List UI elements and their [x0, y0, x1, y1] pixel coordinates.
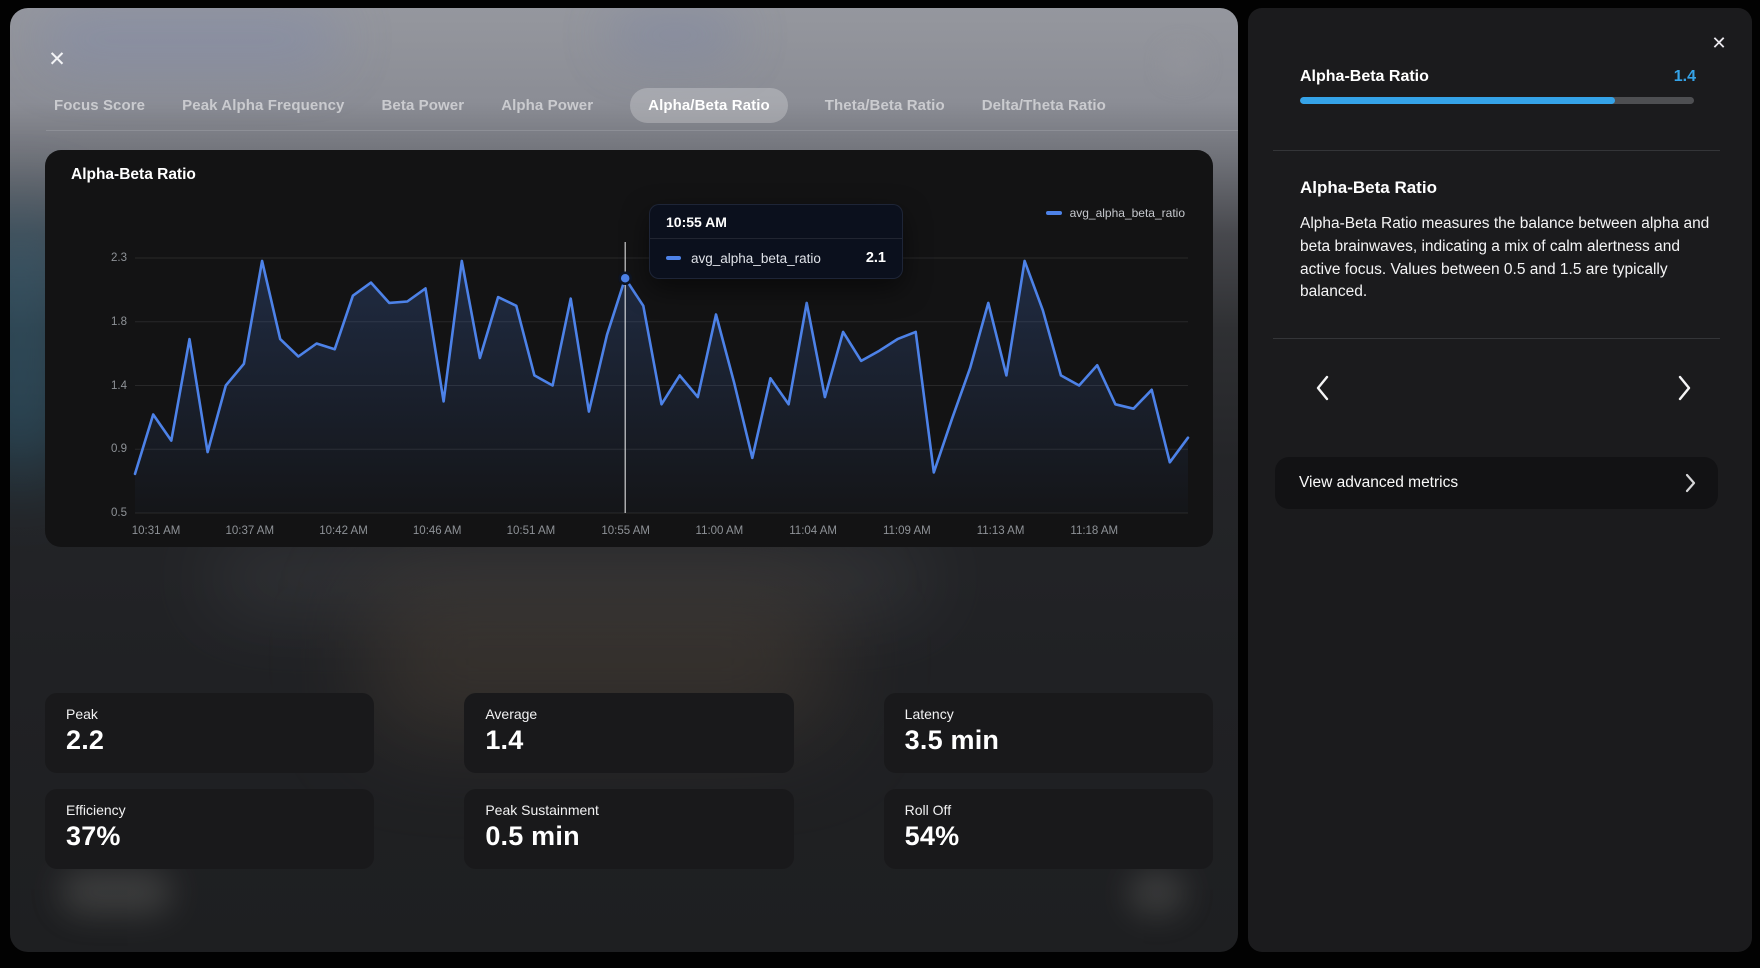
divider [1273, 338, 1720, 339]
y-axis-tick: 1.8 [111, 316, 127, 328]
y-axis: 2.31.81.40.90.5 [83, 258, 127, 513]
y-axis-tick: 2.3 [111, 252, 127, 264]
stat-value: 37% [66, 821, 353, 852]
chevron-left-icon [1315, 375, 1330, 401]
sidebar-metric-name: Alpha-Beta Ratio [1300, 68, 1429, 86]
stat-card-average: Average 1.4 [464, 693, 793, 773]
x-axis-tick: 10:51 AM [507, 525, 556, 537]
x-axis-tick: 11:18 AM [1070, 525, 1118, 537]
about-title: Alpha-Beta Ratio [1300, 178, 1437, 198]
tab-theta-beta-ratio[interactable]: Theta/Beta Ratio [825, 97, 945, 114]
tabs-divider [46, 130, 1238, 131]
line-chart-plot[interactable] [135, 258, 1188, 513]
x-axis-tick: 10:37 AM [225, 525, 274, 537]
line-chart-svg [135, 258, 1188, 513]
tooltip-series-name: avg_alpha_beta_ratio [691, 251, 856, 266]
tooltip-time: 10:55 AM [650, 205, 902, 239]
chevron-right-icon [1685, 473, 1696, 493]
next-metric-button[interactable] [1668, 372, 1700, 404]
y-axis-tick: 1.4 [111, 380, 127, 392]
close-icon[interactable]: ✕ [43, 46, 71, 74]
x-axis: 10:31 AM 10:37 AM 10:42 AM 10:46 AM 10:51 AM… [135, 525, 1188, 543]
metric-detail-modal: ✕ Focus Score Peak Alpha Frequency Beta Po… [10, 8, 1238, 952]
tab-peak-alpha-frequency[interactable]: Peak Alpha Frequency [182, 97, 344, 114]
divider [1273, 150, 1720, 151]
blurred-background-shape [40, 10, 340, 68]
blurred-background-shape [610, 14, 740, 56]
stat-label: Roll Off [905, 802, 1192, 818]
tooltip-row: avg_alpha_beta_ratio 2.1 [650, 239, 902, 278]
blurred-background-shape [210, 548, 930, 608]
stat-label: Peak [66, 706, 353, 722]
metric-progress-bar [1300, 97, 1694, 104]
chart-card: Alpha-Beta Ratio avg_alpha_beta_ratio 2.… [45, 150, 1213, 547]
sidebar-metric-value: 1.4 [1674, 68, 1696, 86]
tab-alpha-beta-ratio[interactable]: Alpha/Beta Ratio [630, 88, 788, 123]
x-axis-tick: 11:04 AM [789, 525, 837, 537]
sidebar-metric-header: Alpha-Beta Ratio 1.4 [1300, 68, 1696, 86]
blurred-background-shape [1162, 46, 1202, 82]
legend-label: avg_alpha_beta_ratio [1070, 206, 1185, 220]
tab-alpha-power[interactable]: Alpha Power [501, 97, 593, 114]
stat-value: 1.4 [485, 725, 772, 756]
chevron-right-icon [1677, 375, 1692, 401]
stat-value: 2.2 [66, 725, 353, 756]
app-window: ✕ Focus Score Peak Alpha Frequency Beta Po… [0, 0, 1760, 968]
view-advanced-metrics-label: View advanced metrics [1299, 474, 1458, 492]
sidebar-close-icon[interactable]: ✕ [1706, 30, 1732, 56]
x-axis-tick: 10:55 AM [601, 525, 650, 537]
x-axis-tick: 11:00 AM [696, 525, 744, 537]
blurred-background-shape [1128, 870, 1186, 916]
metric-stats-grid: Peak 2.2 Average 1.4 Latency 3.5 min Efficienc… [45, 693, 1213, 869]
tooltip-series-swatch [666, 256, 681, 260]
x-axis-tick: 10:46 AM [413, 525, 462, 537]
stat-card-roll-off: Roll Off 54% [884, 789, 1213, 869]
tab-delta-theta-ratio[interactable]: Delta/Theta Ratio [982, 97, 1106, 114]
about-description: Alpha-Beta Ratio measures the balance be… [1300, 213, 1722, 304]
metric-info-sidebar: ✕ Alpha-Beta Ratio 1.4 Alpha-Beta Ratio … [1248, 8, 1752, 952]
legend-line-swatch [1046, 211, 1062, 215]
stat-card-efficiency: Efficiency 37% [45, 789, 374, 869]
blurred-background-shape [60, 870, 172, 914]
stat-label: Average [485, 706, 772, 722]
tooltip-value: 2.1 [866, 250, 886, 266]
stat-label: Efficiency [66, 802, 353, 818]
x-axis-tick: 10:31 AM [132, 525, 181, 537]
view-advanced-metrics-button[interactable]: View advanced metrics [1275, 457, 1718, 509]
x-axis-tick: 11:09 AM [883, 525, 931, 537]
stat-value: 3.5 min [905, 725, 1192, 756]
stat-label: Peak Sustainment [485, 802, 772, 818]
stat-card-peak-sustainment: Peak Sustainment 0.5 min [464, 789, 793, 869]
stat-card-latency: Latency 3.5 min [884, 693, 1213, 773]
stat-value: 0.5 min [485, 821, 772, 852]
metric-progress-fill [1300, 97, 1615, 104]
previous-metric-button[interactable] [1306, 372, 1338, 404]
stat-label: Latency [905, 706, 1192, 722]
tab-beta-power[interactable]: Beta Power [381, 97, 464, 114]
tab-focus-score[interactable]: Focus Score [54, 97, 145, 114]
y-axis-tick: 0.9 [111, 443, 127, 455]
x-axis-tick: 10:42 AM [319, 525, 368, 537]
chart-title: Alpha-Beta Ratio [71, 166, 196, 184]
stat-value: 54% [905, 821, 1192, 852]
x-axis-tick: 11:13 AM [977, 525, 1025, 537]
metric-tabs: Focus Score Peak Alpha Frequency Beta Powe… [54, 86, 1218, 124]
stat-card-peak: Peak 2.2 [45, 693, 374, 773]
chart-tooltip: 10:55 AM avg_alpha_beta_ratio 2.1 [649, 204, 903, 279]
y-axis-tick: 0.5 [111, 507, 127, 519]
chart-legend: avg_alpha_beta_ratio [1046, 206, 1185, 220]
